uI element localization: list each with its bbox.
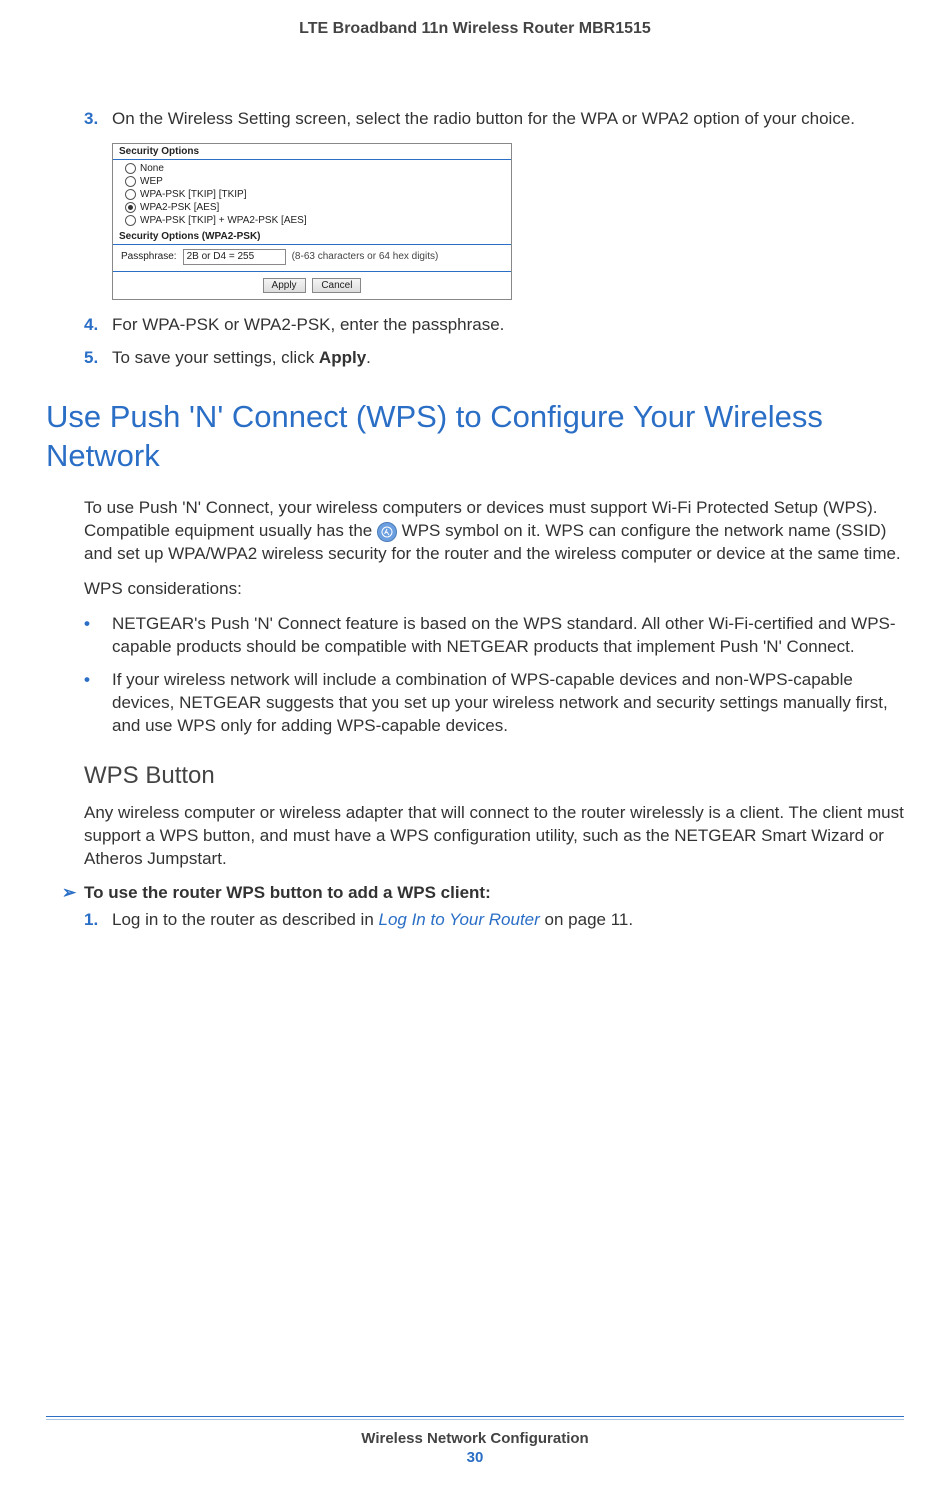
wps-button-para: Any wireless computer or wireless adapte…: [84, 802, 904, 871]
radio-label: WPA-PSK [TKIP] + WPA2-PSK [AES]: [140, 215, 307, 226]
step-text: Log in to the router as described in Log…: [112, 909, 904, 932]
radio-label: WEP: [140, 176, 163, 187]
wps-icon: [377, 522, 397, 542]
step-number: 5.: [84, 347, 112, 370]
security-options-panel: Security Options None WEP WPA-PSK [TKIP]…: [112, 143, 512, 300]
bullet-icon: •: [84, 613, 112, 659]
procedure-label: To use the router WPS button to add a WP…: [84, 883, 491, 903]
radio-option-wpa2-psk-aes[interactable]: WPA2-PSK [AES]: [125, 201, 499, 214]
radio-icon: [125, 163, 136, 174]
step-4: 4. For WPA-PSK or WPA2-PSK, enter the pa…: [84, 314, 904, 337]
list-item: • If your wireless network will include …: [84, 669, 904, 738]
passphrase-label: Passphrase:: [121, 251, 177, 262]
procedure-step-1: 1. Log in to the router as described in …: [84, 909, 904, 932]
link-log-in[interactable]: Log In to Your Router: [379, 910, 540, 929]
radio-icon: [125, 215, 136, 226]
footer-section-title: Wireless Network Configuration: [0, 1430, 950, 1447]
radio-icon: [125, 176, 136, 187]
sub-heading-wps-button: WPS Button: [84, 762, 904, 790]
radio-option-wpa-wpa2-mixed[interactable]: WPA-PSK [TKIP] + WPA2-PSK [AES]: [125, 214, 499, 227]
radio-icon: [125, 189, 136, 200]
section-heading-wps: Use Push 'N' Connect (WPS) to Configure …: [46, 398, 904, 476]
step-text: On the Wireless Setting screen, select t…: [112, 108, 904, 131]
procedure-heading: ➢ To use the router WPS button to add a …: [62, 883, 904, 903]
bullet-icon: •: [84, 669, 112, 738]
apply-button[interactable]: Apply: [263, 278, 306, 293]
security-options-list: None WEP WPA-PSK [TKIP] [TKIP] WPA2-PSK …: [113, 160, 511, 229]
radio-label: None: [140, 163, 164, 174]
wps-intro-para: To use Push 'N' Connect, your wireless c…: [84, 497, 904, 566]
bullet-text: NETGEAR's Push 'N' Connect feature is ba…: [112, 613, 904, 659]
radio-icon: [125, 202, 136, 213]
step-number: 4.: [84, 314, 112, 337]
radio-option-wpa-psk-tkip[interactable]: WPA-PSK [TKIP] [TKIP]: [125, 188, 499, 201]
wps-considerations-list: • NETGEAR's Push 'N' Connect feature is …: [84, 613, 904, 738]
considerations-label: WPS considerations:: [84, 578, 904, 601]
security-pass-header: Security Options (WPA2-PSK): [113, 229, 511, 245]
list-item: • NETGEAR's Push 'N' Connect feature is …: [84, 613, 904, 659]
step-text: For WPA-PSK or WPA2-PSK, enter the passp…: [112, 314, 904, 337]
step-text: To save your settings, click Apply.: [112, 347, 904, 370]
doc-title: LTE Broadband 11n Wireless Router MBR151…: [0, 20, 950, 38]
page-number: 30: [0, 1449, 950, 1466]
cancel-button[interactable]: Cancel: [312, 278, 361, 293]
step-number: 1.: [84, 909, 112, 932]
arrow-icon: ➢: [62, 883, 84, 903]
bullet-text: If your wireless network will include a …: [112, 669, 904, 738]
step-3: 3. On the Wireless Setting screen, selec…: [84, 108, 904, 131]
footer-divider: [46, 1416, 904, 1420]
radio-option-wep[interactable]: WEP: [125, 175, 499, 188]
radio-label: WPA-PSK [TKIP] [TKIP]: [140, 189, 247, 200]
security-options-header: Security Options: [113, 144, 511, 160]
radio-label: WPA2-PSK [AES]: [140, 202, 219, 213]
radio-option-none[interactable]: None: [125, 162, 499, 175]
page-footer: Wireless Network Configuration 30: [0, 1416, 950, 1466]
step-number: 3.: [84, 108, 112, 131]
passphrase-input[interactable]: 2B or D4 = 255: [183, 249, 286, 265]
step-5: 5. To save your settings, click Apply.: [84, 347, 904, 370]
passphrase-hint: (8-63 characters or 64 hex digits): [292, 251, 439, 262]
